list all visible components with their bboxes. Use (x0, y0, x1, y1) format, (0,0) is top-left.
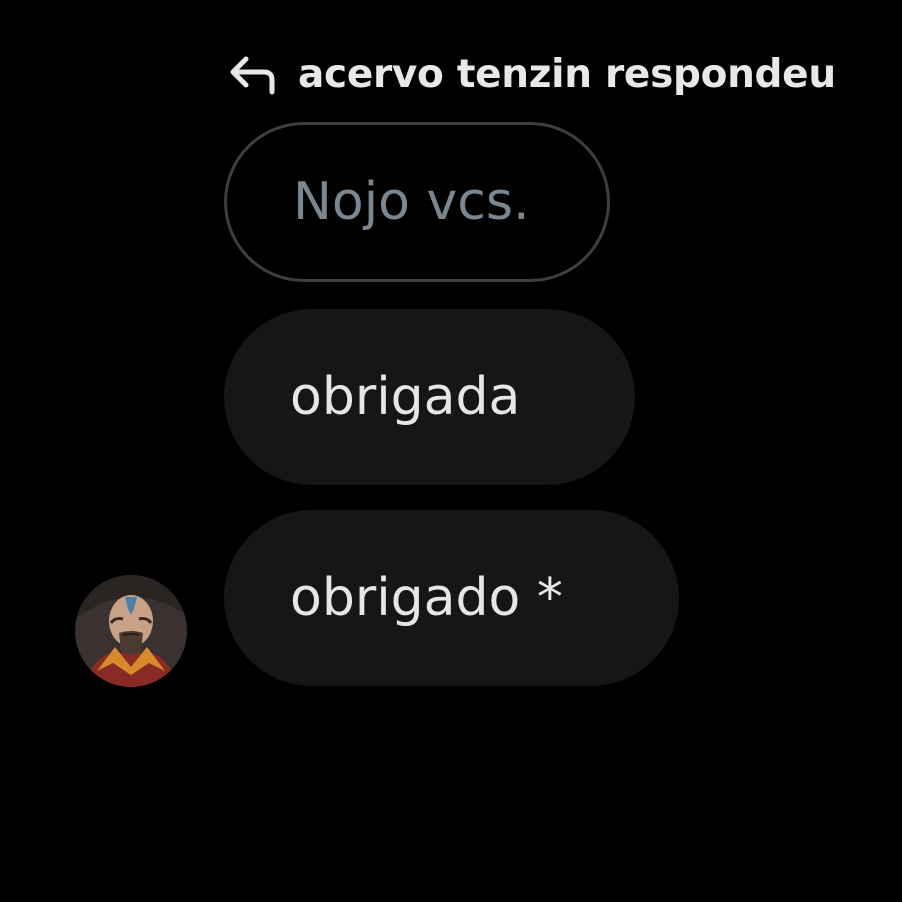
quoted-message-bubble[interactable]: Nojo vcs. (224, 122, 610, 282)
reply-arrow-icon (226, 52, 278, 96)
reply-header-label: acervo tenzin respondeu (298, 51, 836, 97)
avatar[interactable] (75, 575, 187, 687)
quoted-message-text: Nojo vcs. (293, 172, 530, 232)
reply-header: acervo tenzin respondeu (226, 50, 836, 98)
message-text: obrigado * (290, 568, 563, 628)
message-bubble[interactable]: obrigado * (224, 510, 679, 686)
avatar-image (75, 575, 187, 687)
message-text: obrigada (290, 367, 521, 427)
message-bubble[interactable]: obrigada (224, 309, 635, 485)
